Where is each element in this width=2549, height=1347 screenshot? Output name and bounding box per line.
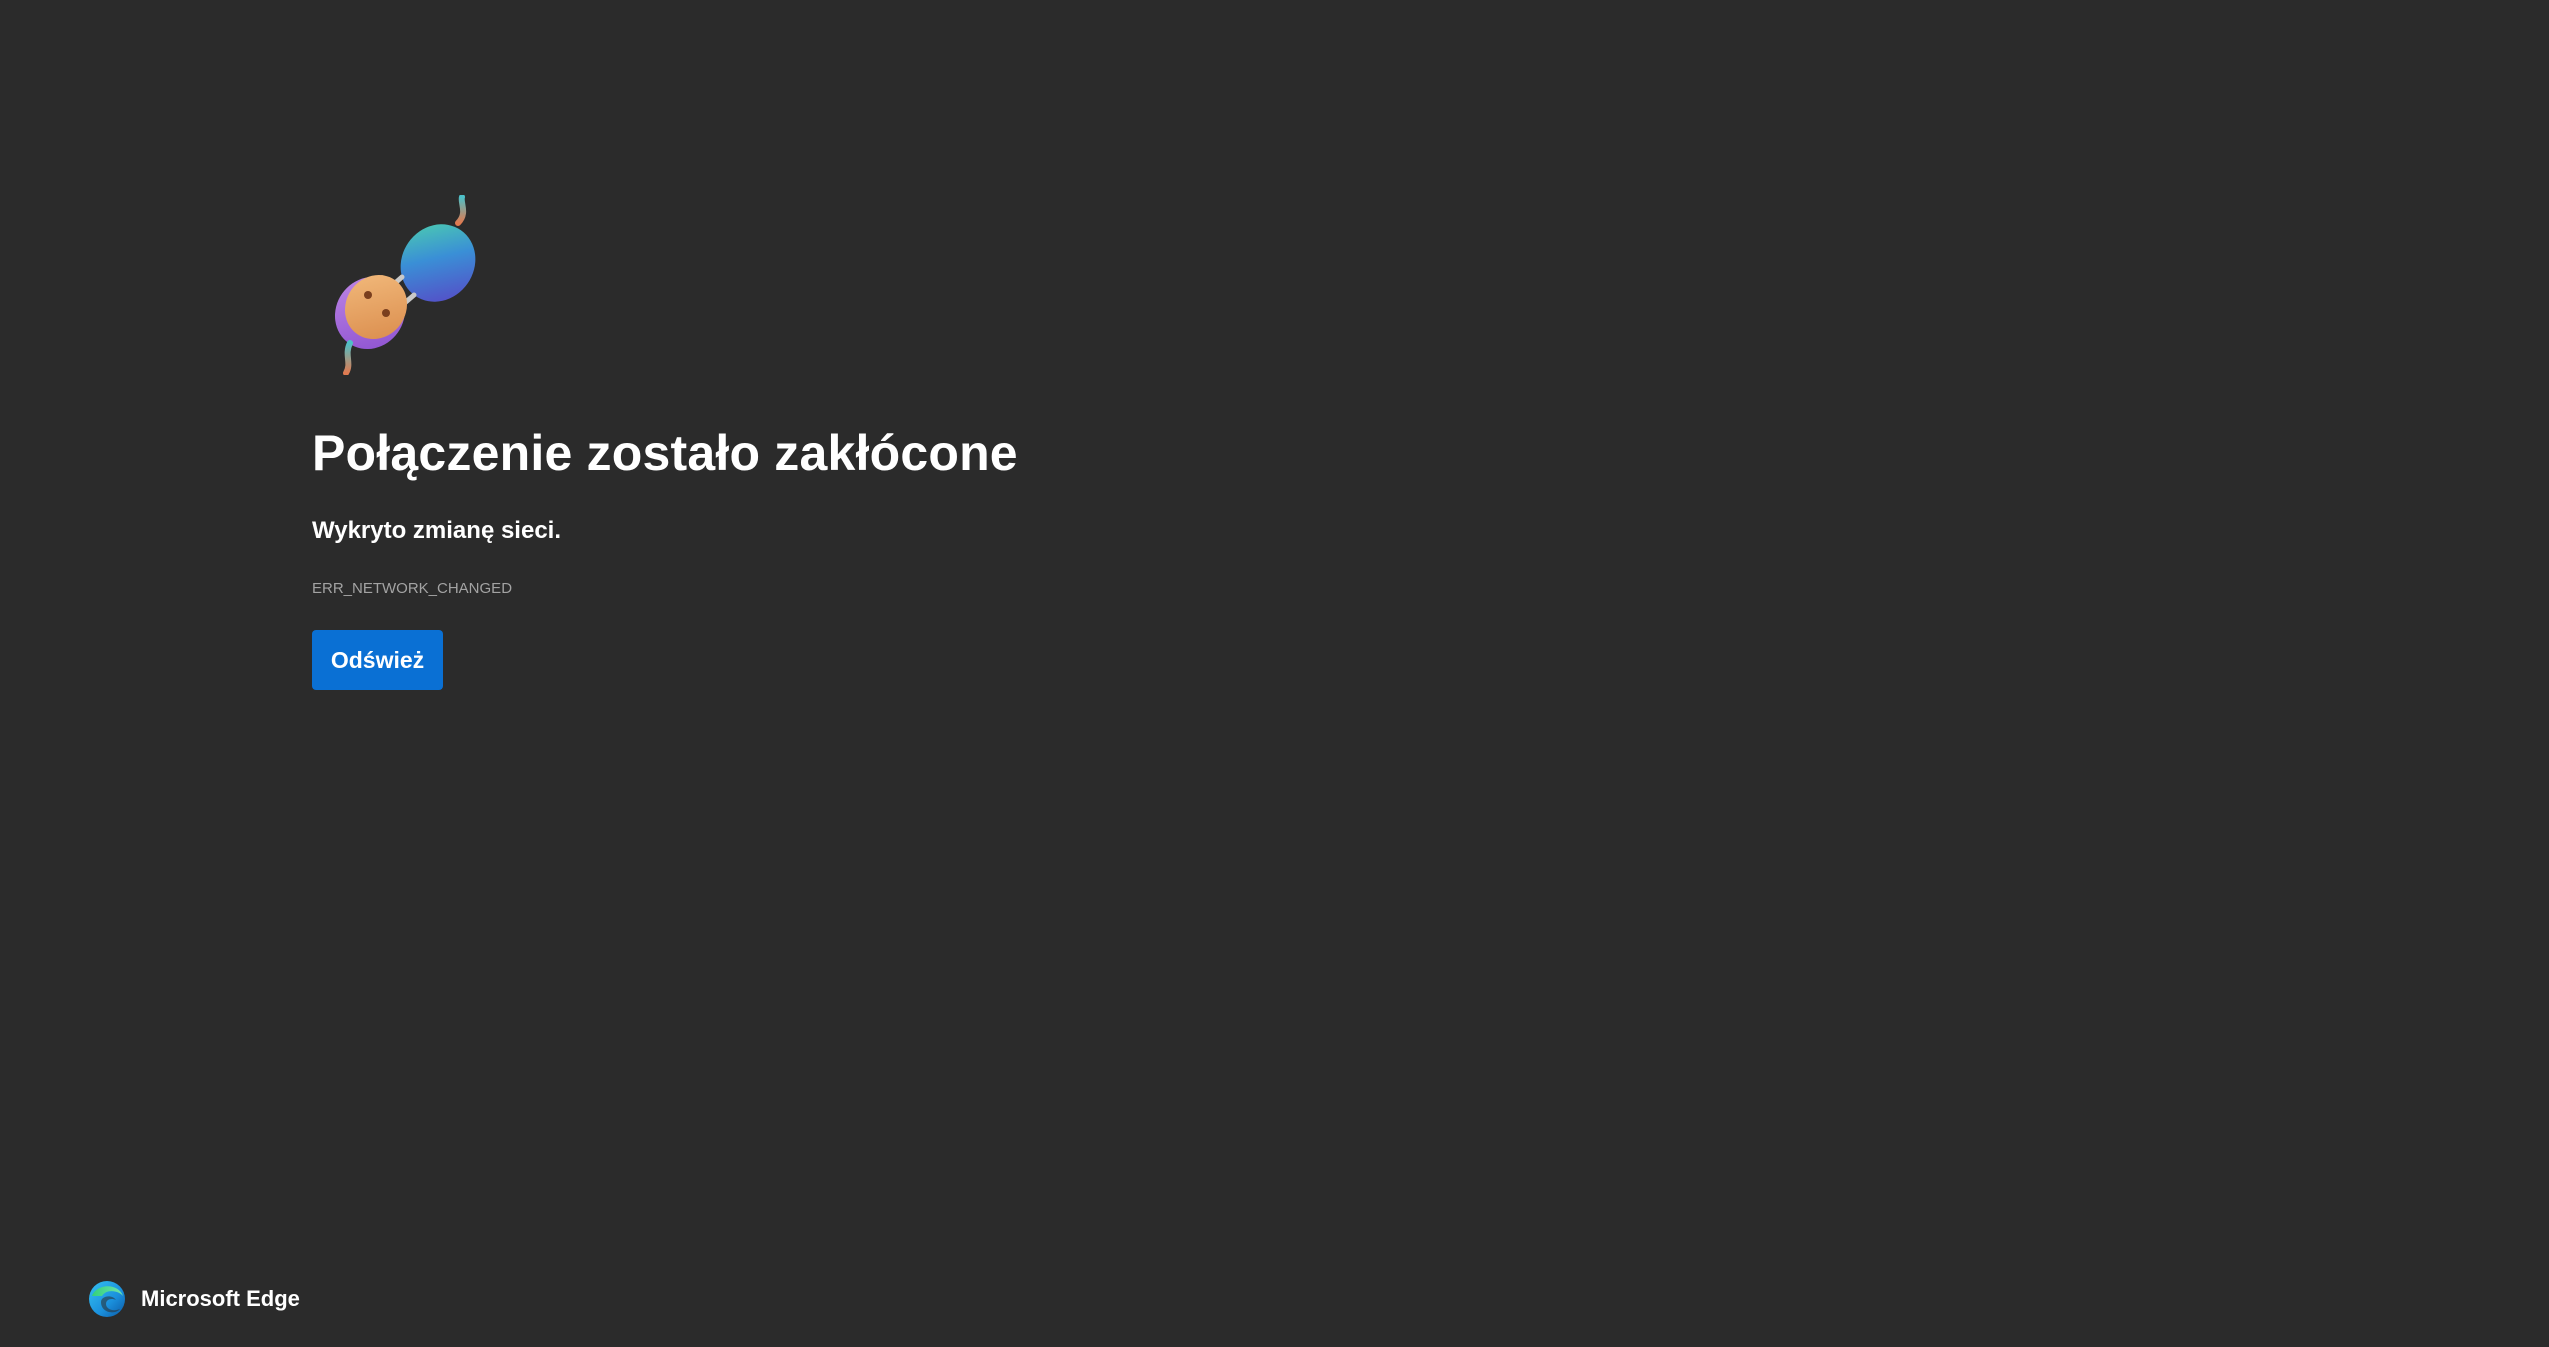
refresh-button[interactable]: Odśwież (312, 630, 443, 690)
error-code: ERR_NETWORK_CHANGED (312, 580, 513, 597)
edge-logo-icon (89, 1281, 125, 1317)
error-page: Połączenie zostało zakłócone Wykryto zmi… (0, 0, 2549, 1347)
footer-brand: Microsoft Edge (88, 1280, 300, 1318)
unplugged-cable-icon (334, 195, 476, 375)
footer-brand-label: Microsoft Edge (141, 1286, 300, 1311)
page-title: Połączenie zostało zakłócone (312, 425, 1018, 481)
error-description: Wykryto zmianę sieci. (312, 517, 561, 544)
